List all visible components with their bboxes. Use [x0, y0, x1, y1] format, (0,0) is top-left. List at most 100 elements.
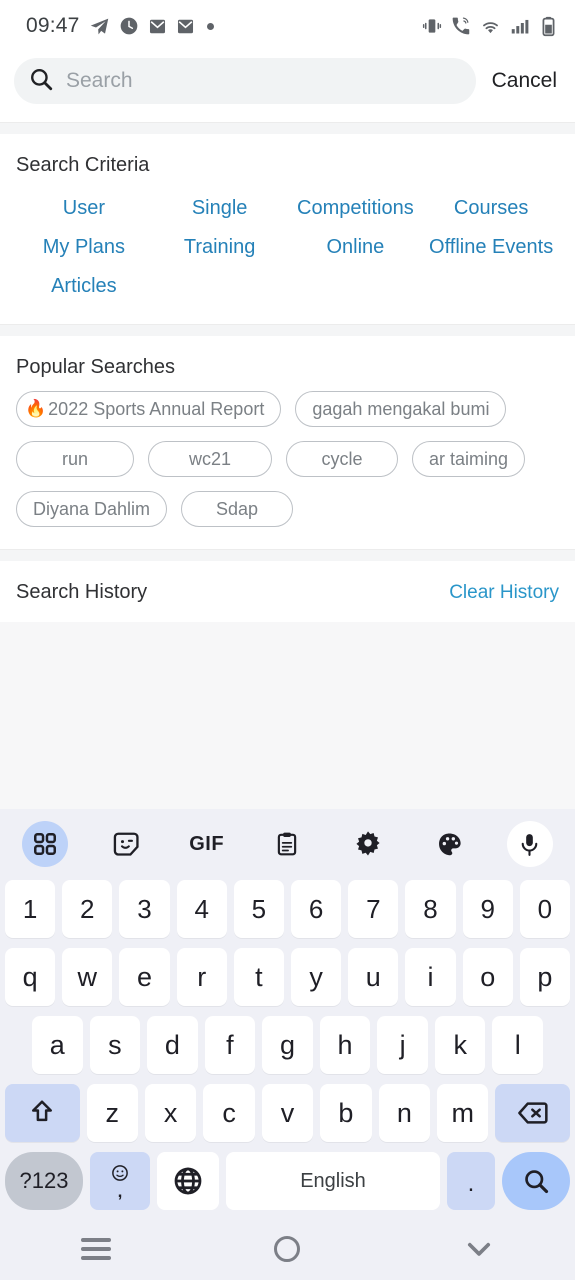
search-history-header: Search History Clear History — [16, 561, 559, 622]
criteria-item-courses[interactable]: Courses — [423, 189, 559, 228]
key-c[interactable]: c — [203, 1084, 255, 1142]
search-criteria-title: Search Criteria — [16, 154, 150, 176]
popular-chip[interactable]: cycle — [286, 441, 398, 477]
key-q[interactable]: q — [4, 948, 56, 1006]
popular-chip[interactable]: wc21 — [148, 441, 272, 477]
key-1[interactable]: 1 — [4, 880, 56, 938]
criteria-item-articles[interactable]: Articles — [16, 267, 152, 306]
key-i[interactable]: i — [405, 948, 456, 1006]
shift-icon[interactable] — [4, 1084, 80, 1142]
battery-icon — [540, 16, 557, 37]
key-a[interactable]: a — [31, 1016, 83, 1074]
key-3[interactable]: 3 — [119, 880, 170, 938]
recents-icon[interactable] — [61, 1229, 131, 1269]
key-b[interactable]: b — [320, 1084, 372, 1142]
popular-chip-label: cycle — [321, 448, 363, 469]
flame-icon: 🔥 — [25, 399, 47, 418]
key-f[interactable]: f — [204, 1016, 256, 1074]
key-h[interactable]: h — [319, 1016, 371, 1074]
criteria-item-competitions[interactable]: Competitions — [288, 189, 424, 228]
key-g[interactable]: g — [262, 1016, 313, 1074]
gif-icon[interactable]: GIF — [184, 821, 230, 867]
period-key[interactable]: . — [447, 1152, 495, 1210]
backspace-icon[interactable] — [495, 1084, 571, 1142]
key-x[interactable]: x — [144, 1084, 197, 1142]
home-icon[interactable] — [252, 1229, 322, 1269]
key-z[interactable]: z — [86, 1084, 138, 1142]
key-m[interactable]: m — [437, 1084, 489, 1142]
phone-screen: 09:47 Search Cancel Search Criteria User… — [0, 0, 575, 1280]
gif-label: GIF — [189, 832, 225, 855]
key-o[interactable]: o — [462, 948, 513, 1006]
signal-icon — [510, 16, 531, 37]
keyboard-row-asdf: a s d f g h j k l — [0, 1011, 575, 1079]
criteria-item-offline-events[interactable]: Offline Events — [423, 228, 559, 267]
section-divider — [0, 324, 575, 336]
symbols-key[interactable]: ?123 — [5, 1152, 83, 1210]
key-j[interactable]: j — [377, 1016, 428, 1074]
sticker-icon[interactable] — [103, 821, 149, 867]
key-p[interactable]: p — [519, 948, 571, 1006]
space-key[interactable]: English — [226, 1152, 440, 1210]
globe-icon[interactable] — [157, 1152, 219, 1210]
key-l[interactable]: l — [492, 1016, 544, 1074]
key-u[interactable]: u — [348, 948, 399, 1006]
keyboard-row-zxcv: z x c v b n m — [0, 1079, 575, 1147]
wifi-icon — [480, 16, 501, 37]
key-0[interactable]: 0 — [519, 880, 571, 938]
popular-chip[interactable]: gagah mengakal bumi — [295, 391, 507, 427]
search-bar: Search Cancel — [0, 52, 575, 122]
key-t[interactable]: t — [233, 948, 284, 1006]
key-v[interactable]: v — [261, 1084, 314, 1142]
key-2[interactable]: 2 — [62, 880, 113, 938]
popular-chip[interactable]: 🔥 2022 Sports Annual Report — [16, 391, 282, 427]
key-s[interactable]: s — [89, 1016, 141, 1074]
criteria-item-user[interactable]: User — [16, 189, 152, 228]
popular-searches-list: 🔥 2022 Sports Annual Report gagah mengak… — [16, 385, 559, 549]
emoji-key[interactable]: , — [90, 1152, 150, 1210]
mail-icon — [176, 17, 195, 36]
key-8[interactable]: 8 — [405, 880, 456, 938]
vibrate-icon — [422, 16, 442, 36]
search-history-title: Search History — [16, 581, 148, 603]
criteria-item-single[interactable]: Single — [152, 189, 288, 228]
keyboard-row-qwerty: q w e r t y u i o p — [0, 943, 575, 1011]
search-input[interactable]: Search — [14, 58, 476, 104]
key-w[interactable]: w — [62, 948, 113, 1006]
key-d[interactable]: d — [147, 1016, 198, 1074]
key-r[interactable]: r — [176, 948, 227, 1006]
criteria-item-training[interactable]: Training — [152, 228, 288, 267]
status-bar-right — [422, 16, 557, 37]
clipboard-icon[interactable] — [264, 821, 310, 867]
clear-history-button[interactable]: Clear History — [449, 582, 559, 604]
key-6[interactable]: 6 — [291, 880, 342, 938]
popular-chip[interactable]: run — [16, 441, 134, 477]
cancel-button[interactable]: Cancel — [486, 69, 561, 93]
popular-chip[interactable]: ar taiming — [412, 441, 526, 477]
microphone-icon[interactable] — [506, 821, 553, 867]
key-n[interactable]: n — [378, 1084, 431, 1142]
key-9[interactable]: 9 — [462, 880, 513, 938]
key-y[interactable]: y — [291, 948, 342, 1006]
criteria-item-my-plans[interactable]: My Plans — [16, 228, 152, 267]
palette-icon[interactable] — [426, 821, 472, 867]
empty-history-area — [0, 622, 575, 809]
grid-icon[interactable] — [22, 821, 68, 867]
key-5[interactable]: 5 — [233, 880, 284, 938]
key-k[interactable]: k — [434, 1016, 486, 1074]
virtual-keyboard: GIF 1 2 3 4 5 6 7 8 9 0 q w e r t y u i … — [0, 809, 575, 1218]
search-enter-key[interactable] — [502, 1152, 570, 1210]
section-divider — [0, 549, 575, 561]
criteria-item-online[interactable]: Online — [288, 228, 424, 267]
status-bar: 09:47 — [0, 0, 575, 52]
popular-chip-label: Sdap — [216, 498, 259, 519]
gear-icon[interactable] — [345, 821, 391, 867]
popular-searches-section: Popular Searches 🔥 2022 Sports Annual Re… — [0, 336, 575, 549]
key-4[interactable]: 4 — [176, 880, 227, 938]
popular-chip[interactable]: Sdap — [181, 491, 294, 527]
key-e[interactable]: e — [119, 948, 170, 1006]
key-7[interactable]: 7 — [348, 880, 399, 938]
keyboard-row-numbers: 1 2 3 4 5 6 7 8 9 0 — [0, 875, 575, 943]
hide-keyboard-icon[interactable] — [444, 1229, 514, 1269]
popular-chip[interactable]: Diyana Dahlim — [16, 491, 168, 527]
